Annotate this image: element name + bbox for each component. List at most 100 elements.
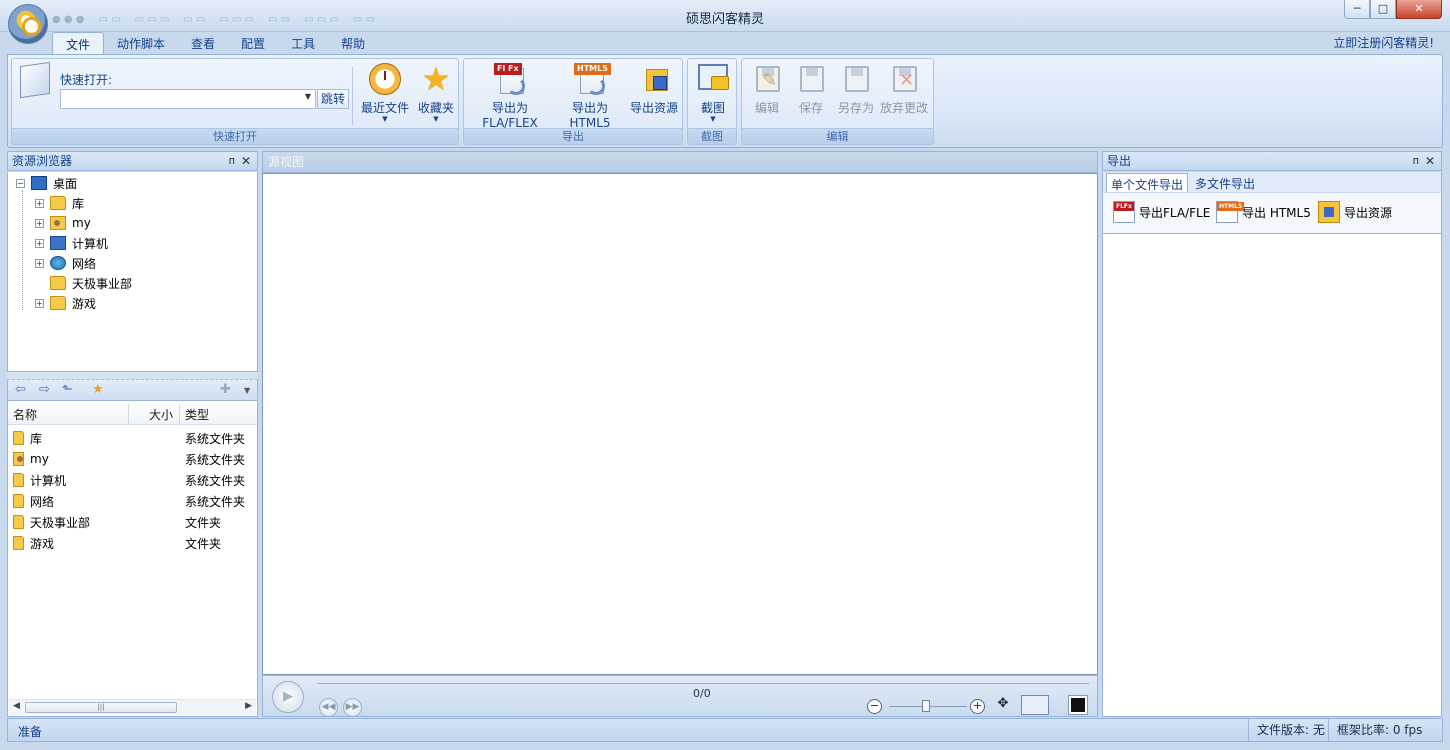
horizontal-scrollbar[interactable]: ◀ ||| ▶ bbox=[9, 699, 256, 715]
folder-icon bbox=[50, 276, 66, 290]
list-item[interactable]: 库 系统文件夹 bbox=[13, 428, 253, 448]
preview-canvas[interactable] bbox=[262, 173, 1098, 675]
export-resources-tool[interactable]: 导出资源 bbox=[1318, 201, 1392, 223]
export-fla-tool[interactable]: FLFx 导出FLA/FLE bbox=[1113, 201, 1210, 223]
expand-icon[interactable]: + bbox=[35, 238, 44, 248]
save-button[interactable]: 保存 bbox=[792, 63, 830, 116]
maximize-button[interactable]: □ bbox=[1370, 0, 1396, 19]
source-view-panel: 源视图 ▶ 0/0 ◀◀ ▶▶ − + ✥ bbox=[262, 151, 1098, 717]
tree-item-desktop[interactable]: − 桌面 bbox=[16, 173, 77, 193]
export-resources-button[interactable]: 导出资源 bbox=[628, 63, 680, 116]
add-icon[interactable]: ✚ bbox=[220, 382, 231, 397]
up-folder-icon[interactable]: ⬑ bbox=[62, 382, 73, 397]
pin-icon[interactable]: ᴨ bbox=[1413, 152, 1419, 170]
clock-icon bbox=[369, 63, 401, 95]
fla-export-icon: FLFx bbox=[1113, 201, 1135, 223]
jump-button[interactable]: 跳转 bbox=[317, 89, 349, 109]
expand-icon[interactable]: + bbox=[35, 198, 44, 208]
quick-open-input[interactable]: ▼ bbox=[60, 89, 316, 109]
tab-file[interactable]: 文件 bbox=[52, 32, 105, 54]
expand-icon[interactable]: + bbox=[35, 298, 44, 308]
tab-config[interactable]: 配置 bbox=[228, 32, 278, 54]
export-panel-title: 导出 bbox=[1107, 154, 1132, 168]
file-list-header: 名称 大小 类型 bbox=[8, 403, 257, 425]
explorer-title: 资源浏览器 bbox=[12, 154, 73, 168]
favorite-star-icon[interactable]: ★ bbox=[92, 382, 104, 397]
tree-item-computer[interactable]: + 计算机 bbox=[35, 233, 108, 253]
user-folder-icon bbox=[13, 452, 24, 466]
export-html5-tool[interactable]: HTML5 导出 HTML5 bbox=[1216, 201, 1311, 223]
scrollbar-thumb[interactable]: ||| bbox=[25, 702, 177, 713]
close-icon[interactable]: ✕ bbox=[241, 152, 251, 170]
collapse-icon[interactable]: − bbox=[16, 178, 25, 188]
background-color-icon[interactable] bbox=[1068, 695, 1088, 715]
recent-files-button[interactable]: 最近文件 ▼ bbox=[358, 63, 412, 123]
ribbon: 快速打开: ▼ 跳转 最近文件 ▼ ★ 收藏夹 ▼ 快速打开 Fl Fx 导出为… bbox=[7, 54, 1443, 148]
export-tabs: 单个文件导出 多文件导出 bbox=[1102, 172, 1442, 192]
export-resources-label: 导出资源 bbox=[629, 101, 678, 115]
column-size[interactable]: 大小 bbox=[149, 406, 173, 423]
window-title: 硕思闪客精灵 bbox=[685, 12, 764, 27]
expand-icon[interactable]: + bbox=[35, 218, 44, 228]
back-arrow-icon[interactable]: ⇦ bbox=[15, 382, 26, 397]
tree-item-network[interactable]: + 网络 bbox=[35, 253, 96, 273]
favorites-button[interactable]: ★ 收藏夹 ▼ bbox=[414, 63, 458, 123]
export-html5-label: 导出为HTML5 bbox=[569, 101, 611, 130]
tab-tools[interactable]: 工具 bbox=[278, 32, 328, 54]
export-fla-label: 导出为FLA/FLEX bbox=[482, 101, 538, 130]
list-item[interactable]: 网络 系统文件夹 bbox=[13, 491, 253, 511]
computer-icon bbox=[50, 236, 66, 250]
register-link[interactable]: 立即注册闪客精灵! bbox=[1333, 34, 1434, 51]
expand-icon[interactable]: + bbox=[35, 258, 44, 268]
forward-arrow-icon[interactable]: ⇨ bbox=[39, 382, 50, 397]
list-item[interactable]: 计算机 系统文件夹 bbox=[13, 470, 253, 490]
pin-icon[interactable]: ᴨ bbox=[229, 152, 235, 170]
edit-group: 编辑 保存 另存为 放弃更改 编辑 bbox=[741, 58, 934, 145]
chevron-down-icon[interactable]: ▼ bbox=[244, 386, 250, 395]
tab-help[interactable]: 帮助 bbox=[328, 32, 378, 54]
tab-view[interactable]: 查看 bbox=[178, 32, 228, 54]
tree-item-my[interactable]: + my bbox=[35, 213, 91, 233]
tab-actionscript[interactable]: 动作脚本 bbox=[104, 32, 178, 54]
zoom-out-icon[interactable]: − bbox=[867, 699, 882, 714]
play-button[interactable]: ▶ bbox=[272, 681, 304, 713]
tree-item-tianji[interactable]: 天极事业部 bbox=[50, 273, 132, 293]
tree-item-library[interactable]: + 库 bbox=[35, 193, 84, 213]
pan-zoom-tool-icon[interactable]: ✥ bbox=[991, 696, 1015, 716]
zoom-in-icon[interactable]: + bbox=[970, 699, 985, 714]
export-panel-header: 导出 ᴨ ✕ bbox=[1102, 151, 1442, 171]
export-fla-button[interactable]: Fl Fx 导出为FLA/FLEX bbox=[468, 63, 552, 130]
zoom-thumb[interactable] bbox=[922, 700, 930, 712]
actual-size-icon[interactable] bbox=[1021, 695, 1049, 715]
playback-controls: ▶ 0/0 ◀◀ ▶▶ − + ✥ bbox=[262, 675, 1098, 717]
column-name[interactable]: 名称 bbox=[13, 406, 37, 423]
export-group-label: 导出 bbox=[464, 128, 682, 144]
fast-forward-button[interactable]: ▶▶ bbox=[343, 698, 362, 717]
screenshot-label: 截图 bbox=[700, 101, 725, 115]
save-as-button[interactable]: 另存为 bbox=[836, 63, 876, 116]
export-html5-button[interactable]: HTML5 导出为HTML5 bbox=[554, 63, 626, 130]
library-folder-icon bbox=[50, 196, 66, 210]
html5-export-icon: HTML5 bbox=[574, 63, 611, 95]
html5-export-icon: HTML5 bbox=[1216, 201, 1245, 223]
close-icon[interactable]: ✕ bbox=[1425, 152, 1435, 170]
scroll-left-icon[interactable]: ◀ bbox=[13, 701, 20, 711]
tree-item-games[interactable]: + 游戏 bbox=[35, 293, 96, 313]
column-type[interactable]: 类型 bbox=[185, 406, 209, 423]
pane-splitter[interactable] bbox=[7, 372, 258, 380]
scroll-right-icon[interactable]: ▶ bbox=[245, 701, 252, 711]
list-item[interactable]: 天极事业部 文件夹 bbox=[13, 512, 253, 532]
discard-changes-button[interactable]: 放弃更改 bbox=[878, 63, 930, 116]
close-window-button[interactable]: ✕ bbox=[1396, 0, 1442, 19]
chevron-down-icon[interactable]: ▼ bbox=[305, 92, 311, 101]
tab-single-file-export[interactable]: 单个文件导出 bbox=[1106, 173, 1189, 192]
list-item[interactable]: my 系统文件夹 bbox=[13, 449, 253, 469]
list-item[interactable]: 游戏 文件夹 bbox=[13, 533, 253, 553]
app-menu-orb-icon[interactable] bbox=[8, 4, 48, 44]
tab-multi-file-export[interactable]: 多文件导出 bbox=[1191, 173, 1259, 192]
timeline-track[interactable] bbox=[317, 683, 1089, 684]
rewind-button[interactable]: ◀◀ bbox=[319, 698, 338, 717]
screenshot-button[interactable]: 截图 ▼ bbox=[692, 63, 734, 123]
minimize-button[interactable]: ─ bbox=[1344, 0, 1370, 19]
edit-button[interactable]: 编辑 bbox=[748, 63, 786, 116]
